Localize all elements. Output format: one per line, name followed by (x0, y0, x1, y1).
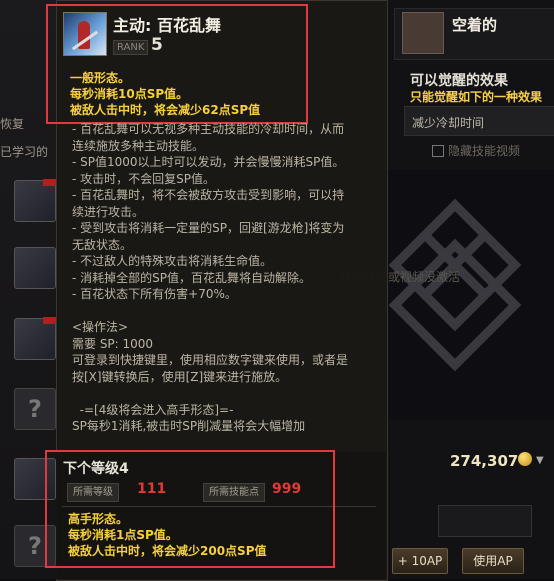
locked-skill-slot[interactable] (14, 388, 56, 430)
empty-awakening-icon[interactable] (402, 12, 444, 54)
awakening-option-label: 减少冷却时间 (412, 116, 485, 130)
knot-emblem-icon (388, 198, 522, 372)
gold-coin-icon (518, 452, 532, 466)
gold-dropdown-icon[interactable]: ▼ (536, 455, 544, 466)
skill-slot[interactable] (14, 317, 57, 360)
learned-label: 已学习的 (0, 145, 49, 159)
awakening-title: 空着的 (452, 16, 498, 34)
gold-amount: 274,307 (450, 452, 519, 470)
skill-slot[interactable] (14, 179, 57, 222)
recover-label: 恢复 (0, 117, 25, 131)
ap-input-field[interactable] (438, 505, 532, 537)
skill-slot[interactable] (14, 247, 56, 289)
awakening-section-subtitle: 只能觉醒如下的一种效果 (410, 90, 543, 104)
hide-video-label: 隐藏技能视频 (448, 144, 521, 158)
current-level-highlight (46, 4, 308, 124)
use-ap-button[interactable]: 使用AP (462, 548, 524, 574)
hide-video-checkbox[interactable] (432, 145, 444, 157)
add-10ap-button[interactable]: + 10AP (392, 548, 448, 574)
awakening-section-title: 可以觉醒的效果 (410, 73, 508, 89)
skill-description: - 百花乱舞可以无视多种主动技能的冷却时间，从而 连续施放多种主动技能。 - S… (72, 122, 349, 433)
next-level-highlight (45, 450, 335, 568)
